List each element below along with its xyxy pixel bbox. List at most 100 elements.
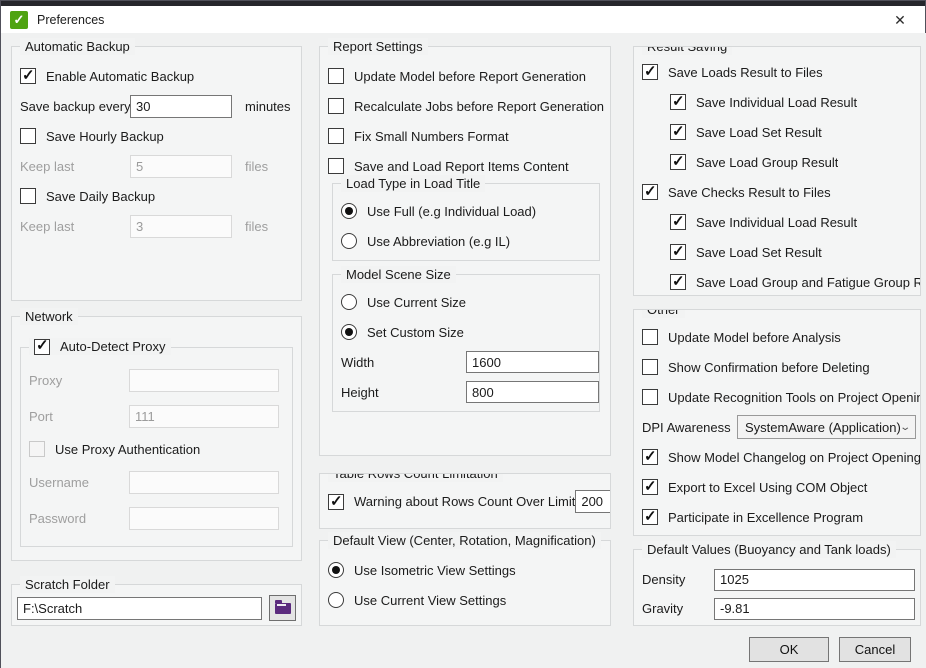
checkbox-label: Save and Load Report Items Content — [354, 159, 569, 174]
save-backup-every-input[interactable] — [130, 95, 232, 118]
group-title: Scratch Folder — [20, 576, 115, 593]
checkbox-label: Update Model before Report Generation — [354, 69, 586, 84]
save-load-group-result-checkbox[interactable] — [670, 154, 686, 170]
checkbox-label: Show Model Changelog on Project Opening — [668, 450, 921, 465]
group-title: Table Rows Count Limitation — [328, 473, 503, 482]
group-title: Load Type in Load Title — [341, 175, 485, 192]
port-input — [129, 405, 279, 428]
ok-button[interactable]: OK — [749, 637, 829, 662]
density-label: Density — [642, 572, 714, 587]
show-model-changelog-checkbox[interactable] — [642, 449, 658, 465]
recalculate-jobs-before-report-checkbox[interactable] — [328, 98, 344, 114]
use-proxy-authentication-label: Use Proxy Authentication — [55, 442, 200, 457]
warning-rows-count-label: Warning about Rows Count Over Limit — [354, 494, 575, 509]
use-isometric-view-radio[interactable] — [328, 562, 344, 578]
enable-automatic-backup-checkbox[interactable] — [20, 68, 36, 84]
warning-rows-count-checkbox[interactable] — [328, 494, 344, 510]
proxy-label: Proxy — [29, 373, 129, 388]
close-icon[interactable]: ✕ — [889, 10, 911, 30]
radio-label: Use Current View Settings — [354, 593, 506, 608]
group-title: Other — [642, 309, 685, 318]
dpi-awareness-value: SystemAware (Application) — [745, 420, 901, 435]
height-input[interactable] — [466, 381, 599, 403]
group-model-scene-size: Model Scene Size Use Current Size Set Cu… — [332, 274, 600, 412]
password-label: Password — [29, 511, 129, 526]
scratch-folder-input[interactable] — [17, 597, 262, 620]
use-abbreviation-radio[interactable] — [341, 233, 357, 249]
save-hourly-backup-label: Save Hourly Backup — [46, 129, 164, 144]
participate-excellence-program-checkbox[interactable] — [642, 509, 658, 525]
group-default-view: Default View (Center, Rotation, Magnific… — [319, 540, 611, 626]
group-title: Automatic Backup — [20, 38, 135, 55]
auto-detect-proxy-label: Auto-Detect Proxy — [60, 338, 166, 355]
group-scratch-folder: Scratch Folder — [11, 584, 302, 626]
use-full-radio[interactable] — [341, 203, 357, 219]
radio-label: Use Isometric View Settings — [354, 563, 516, 578]
hourly-keep-last-input — [130, 155, 232, 178]
save-load-group-fatigue-result-checkbox[interactable] — [670, 274, 686, 290]
width-label: Width — [341, 355, 466, 370]
height-label: Height — [341, 385, 466, 400]
group-network: Network Auto-Detect Proxy Proxy Port Use… — [11, 316, 302, 561]
daily-keep-last-label: Keep last — [20, 219, 130, 234]
update-model-before-report-checkbox[interactable] — [328, 68, 344, 84]
checkbox-label: Fix Small Numbers Format — [354, 129, 509, 144]
save-load-report-items-checkbox[interactable] — [328, 158, 344, 174]
dpi-awareness-label: DPI Awareness — [642, 420, 737, 435]
hourly-keep-last-label: Keep last — [20, 159, 130, 174]
daily-keep-last-input — [130, 215, 232, 238]
auto-detect-proxy-checkbox[interactable] — [34, 339, 50, 355]
save-daily-backup-checkbox[interactable] — [20, 188, 36, 204]
titlebar: ✓ Preferences ✕ — [1, 6, 925, 33]
group-title: Result Saving — [642, 46, 732, 55]
username-label: Username — [29, 475, 129, 490]
rows-limit-input[interactable] — [575, 490, 611, 513]
checkbox-label: Show Confirmation before Deleting — [668, 360, 870, 375]
checkbox-label: Save Load Set Result — [696, 245, 822, 260]
save-checks-result-checkbox[interactable] — [642, 184, 658, 200]
export-excel-com-checkbox[interactable] — [642, 479, 658, 495]
radio-label: Use Abbreviation (e.g IL) — [367, 234, 510, 249]
group-title: Default Values (Buoyancy and Tank loads) — [642, 541, 896, 558]
checkbox-label: Save Load Group Result — [696, 155, 838, 170]
radio-label: Use Current Size — [367, 295, 466, 310]
width-input[interactable] — [466, 351, 599, 373]
radio-label: Use Full (e.g Individual Load) — [367, 204, 536, 219]
use-current-size-radio[interactable] — [341, 294, 357, 310]
hourly-files-label: files — [245, 159, 268, 174]
group-table-rows-count-limitation: Table Rows Count Limitation Warning abou… — [319, 473, 611, 529]
password-input — [129, 507, 279, 530]
checks-save-load-set-result-checkbox[interactable] — [670, 244, 686, 260]
use-current-view-radio[interactable] — [328, 592, 344, 608]
window-title: Preferences — [37, 13, 104, 27]
gravity-label: Gravity — [642, 601, 714, 616]
enable-automatic-backup-label: Enable Automatic Backup — [46, 69, 194, 84]
browse-folder-button[interactable] — [269, 595, 296, 621]
dpi-awareness-select[interactable]: SystemAware (Application) ⌄ — [737, 415, 916, 439]
username-input — [129, 471, 279, 494]
save-load-set-result-checkbox[interactable] — [670, 124, 686, 140]
checkbox-label: Save Load Set Result — [696, 125, 822, 140]
checks-save-individual-load-result-checkbox[interactable] — [670, 214, 686, 230]
update-model-before-analysis-checkbox[interactable] — [642, 329, 658, 345]
gravity-input[interactable] — [714, 598, 915, 620]
cancel-button[interactable]: Cancel — [839, 637, 911, 662]
group-result-saving: Result Saving Save Loads Result to Files… — [633, 46, 921, 296]
checkbox-label: Recalculate Jobs before Report Generatio… — [354, 99, 604, 114]
update-recognition-tools-checkbox[interactable] — [642, 389, 658, 405]
show-confirmation-before-deleting-checkbox[interactable] — [642, 359, 658, 375]
fix-small-numbers-format-checkbox[interactable] — [328, 128, 344, 144]
save-loads-result-checkbox[interactable] — [642, 64, 658, 80]
chevron-down-icon: ⌄ — [899, 422, 911, 433]
checkbox-label: Save Individual Load Result — [696, 95, 857, 110]
save-hourly-backup-checkbox[interactable] — [20, 128, 36, 144]
group-load-type-in-load-title: Load Type in Load Title Use Full (e.g In… — [332, 183, 600, 261]
group-other: Other Update Model before Analysis Show … — [633, 309, 921, 536]
set-custom-size-radio[interactable] — [341, 324, 357, 340]
preferences-dialog: ✓ Preferences ✕ Automatic Backup Enable … — [0, 0, 926, 668]
save-individual-load-result-checkbox[interactable] — [670, 94, 686, 110]
minutes-label: minutes — [245, 99, 291, 114]
group-report-settings: Report Settings Update Model before Repo… — [319, 46, 611, 456]
density-input[interactable] — [714, 569, 915, 591]
group-title: Report Settings — [328, 38, 428, 55]
